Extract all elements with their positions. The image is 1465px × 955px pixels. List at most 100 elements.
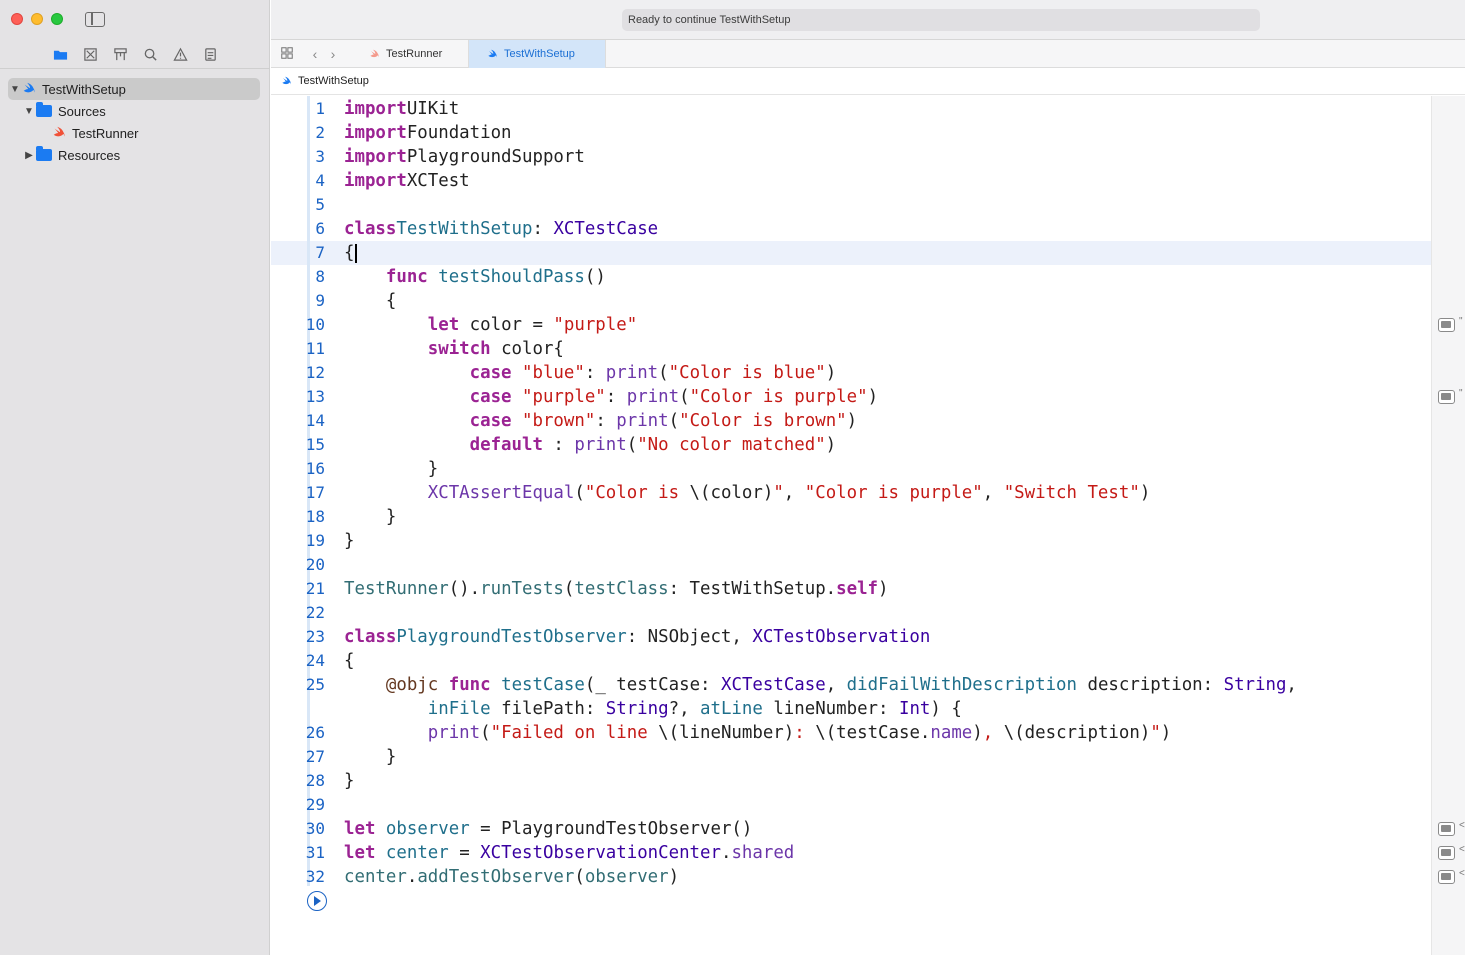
line-number[interactable]: 21 [271,577,325,601]
line-number[interactable]: 2 [271,121,325,145]
text-cursor [355,244,357,263]
code-text: let center = XCTestObservationCenter.sha… [344,841,794,865]
source-editor[interactable]: 1 importUIKit 2 importFoundation 3 importPlay… [271,96,1431,955]
code-token: String [1223,675,1287,695]
quick-look-icon[interactable] [1438,870,1455,884]
line-number[interactable]: 12 [271,361,325,385]
code-token: , [982,723,1004,743]
tab-label: TestRunner [386,48,443,60]
source-control-icon[interactable] [82,46,98,62]
code-line: 23 classPlaygroundTestObserver: NSObject,… [271,625,1431,649]
symbol-icon[interactable] [112,46,128,62]
report-icon[interactable] [202,46,218,62]
grid-icon[interactable] [279,46,295,62]
code-token: UIKit [406,99,460,119]
line-number[interactable]: 17 [271,481,325,505]
quick-look-icon[interactable] [1438,318,1455,332]
breadcrumb[interactable]: TestWithSetup [271,68,1465,95]
code-text: default : print("No color matched") [344,433,837,457]
code-text: { [344,241,354,265]
code-token: ) [867,387,879,407]
chevron-right-icon[interactable]: ▶ [22,150,36,161]
line-number[interactable]: 16 [271,457,325,481]
line-number[interactable]: 25 [271,673,325,697]
tab-testwithsetup[interactable]: TestWithSetup [469,40,606,68]
sidebar-toggle-icon[interactable] [85,12,105,27]
code-token: self [836,579,879,599]
line-number[interactable]: 5 [271,193,325,217]
code-token: : [532,219,554,239]
line-number[interactable]: 11 [271,337,325,361]
chevron-down-icon[interactable]: ▼ [8,84,22,95]
line-number[interactable]: 1 [271,97,325,121]
line-number[interactable]: 27 [271,745,325,769]
code-token: { [344,291,397,311]
chevron-right-icon[interactable]: › [325,46,341,62]
code-token: let [344,819,376,839]
line-number[interactable]: 19 [271,529,325,553]
line-number[interactable]: 15 [271,433,325,457]
code-line: 10 let color = "purple" [271,313,1431,337]
code-token: class [344,627,397,647]
line-number[interactable]: 26 [271,721,325,745]
zoom-window-button[interactable] [51,13,63,25]
code-token: = [448,843,481,863]
line-number[interactable]: 4 [271,169,325,193]
line-number[interactable]: 3 [271,145,325,169]
code-token: switch [427,339,491,359]
find-icon[interactable] [142,46,158,62]
code-token: : [595,411,617,431]
tree-item-resources[interactable]: ▶ Resources [22,144,260,166]
minimize-window-button[interactable] [31,13,43,25]
line-number[interactable]: 6 [271,217,325,241]
code-token: } [344,531,355,551]
line-number[interactable]: 22 [271,601,325,625]
quick-look-icon[interactable] [1438,390,1455,404]
code-token: } [344,747,397,767]
code-token: case [469,411,512,431]
line-number[interactable]: 18 [271,505,325,529]
code-token: : [605,387,627,407]
line-number[interactable]: 30 [271,817,325,841]
quick-look-icon[interactable] [1438,846,1455,860]
line-number[interactable]: 24 [271,649,325,673]
code-text: inFile filePath: String?, atLine lineNum… [344,697,962,721]
line-number[interactable]: 8 [271,265,325,289]
code-token: "Failed on line [490,723,659,743]
code-token: filePath: [490,699,606,719]
folder-icon[interactable] [52,46,68,62]
swift-icon [282,76,291,84]
line-number[interactable]: 13 [271,385,325,409]
window-toolbar: Ready to continue TestWithSetup [271,0,1465,40]
chevron-left-icon[interactable]: ‹ [307,46,323,62]
tab-testrunner[interactable]: TestRunner [351,40,469,68]
code-line: 20 [271,553,1431,577]
line-number[interactable]: 10 [271,313,325,337]
code-token: "No color matched" [637,435,826,455]
line-number[interactable]: 20 [271,553,325,577]
code-line: 14 case "brown": print("Color is brown") [271,409,1431,433]
issue-icon[interactable] [172,46,188,62]
line-number[interactable]: 9 [271,289,325,313]
run-playground-button[interactable] [307,891,327,911]
line-number[interactable]: 23 [271,625,325,649]
tree-item-sources[interactable]: ▼ Sources [22,100,260,122]
line-number[interactable]: 28 [271,769,325,793]
line-number[interactable]: 32 [271,865,325,889]
code-line: 16 } [271,457,1431,481]
tree-item-testrunner[interactable]: TestRunner [52,122,260,144]
code-token: center [344,867,407,887]
line-number[interactable]: 14 [271,409,325,433]
chevron-down-icon[interactable]: ▼ [22,106,36,117]
line-number[interactable]: 7 [271,241,325,265]
code-token: TestRunner [344,579,449,599]
code-line: 27 } [271,745,1431,769]
quick-look-icon[interactable] [1438,822,1455,836]
tree-item-label: Resources [58,147,121,163]
line-number[interactable]: 31 [271,841,325,865]
code-token: description: [1077,675,1224,695]
code-token: "Switch Test" [1003,483,1140,503]
line-number[interactable]: 29 [271,793,325,817]
tree-item-project[interactable]: ▼ TestWithSetup [8,78,260,100]
close-window-button[interactable] [11,13,23,25]
